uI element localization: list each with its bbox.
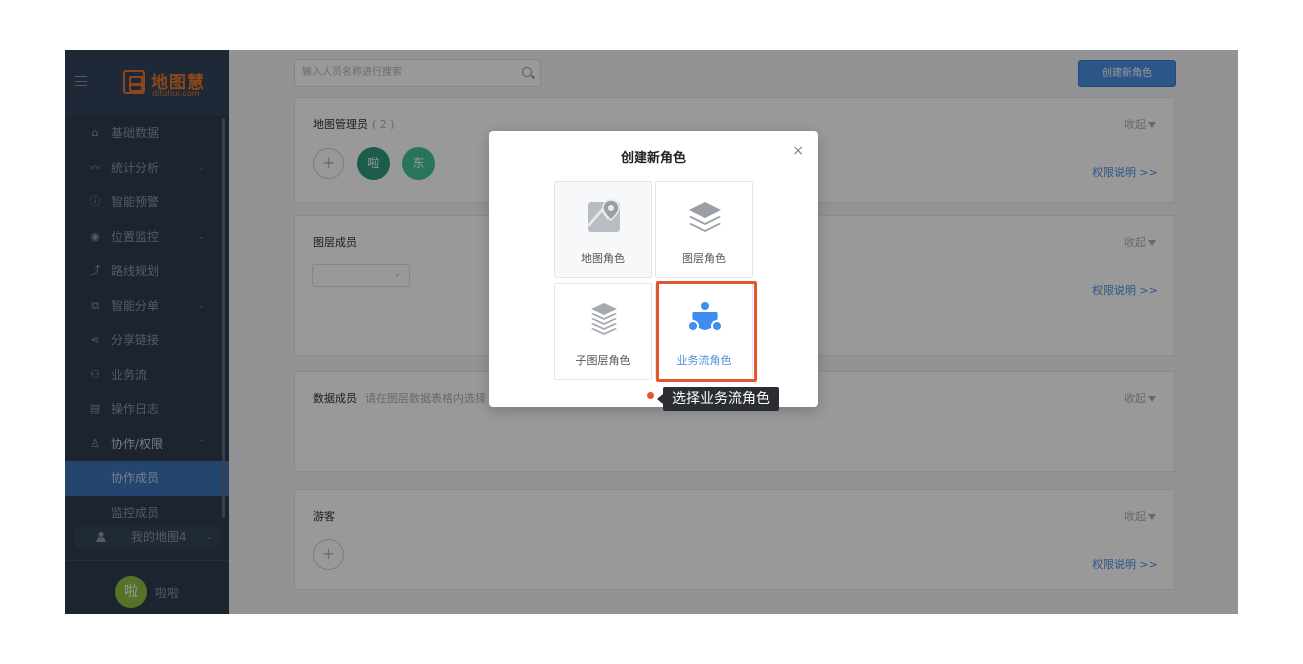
- close-icon[interactable]: ×: [792, 143, 804, 159]
- dialog-title: 创建新角色: [620, 151, 686, 166]
- role-label: 子图层角色: [575, 354, 631, 367]
- layers-icon: [689, 202, 721, 232]
- role-label: 地图角色: [581, 252, 625, 265]
- map-pin-icon: [587, 199, 621, 232]
- create-role-dialog: 创建新角色 × 地图角色 图层角色 子图层角色 业务流角色: [489, 131, 818, 407]
- sublayers-icon: [591, 303, 617, 335]
- role-option-map[interactable]: 地图角色: [554, 181, 652, 278]
- app-window: 地图慧 dituhui.com ⌂ 基础数据 〰 统计分析 ⌄ ⓘ 智能预警 ◉…: [65, 50, 1238, 614]
- annotation-tooltip: 选择业务流角色: [657, 387, 779, 411]
- role-option-sublayer[interactable]: 子图层角色: [554, 283, 652, 380]
- role-option-layer[interactable]: 图层角色: [655, 181, 753, 278]
- selection-highlight: [656, 281, 757, 382]
- annotation-marker: [647, 392, 654, 399]
- role-label: 图层角色: [682, 252, 726, 265]
